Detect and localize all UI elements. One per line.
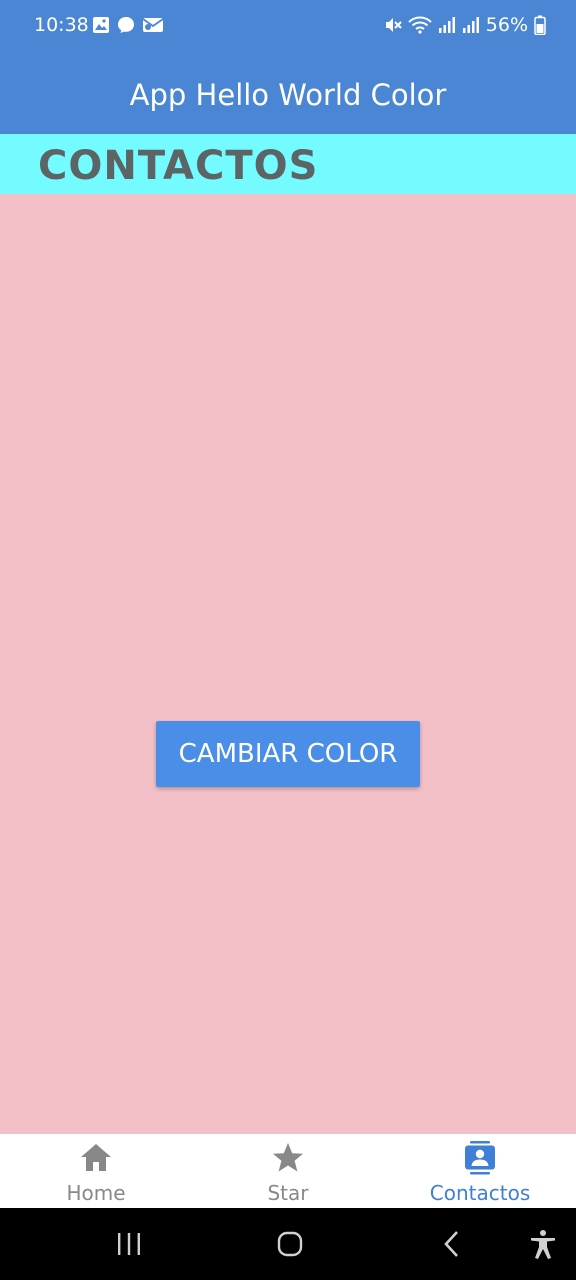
status-system-icons: 56%	[384, 14, 546, 36]
nav-label-star: Star	[267, 1181, 309, 1205]
signal-icon	[438, 17, 455, 33]
nav-label-home: Home	[66, 1181, 126, 1205]
app-bar: App Hello World Color	[0, 54, 576, 134]
accessibility-icon[interactable]	[523, 1228, 563, 1260]
image-icon	[93, 17, 109, 33]
recents-icon[interactable]	[109, 1228, 149, 1260]
star-icon	[273, 1143, 303, 1172]
signal-icon	[462, 17, 479, 33]
mute-icon	[385, 18, 402, 32]
chat-bubble-icon	[118, 17, 134, 33]
section-header: CONTACTOS	[0, 134, 576, 194]
back-icon[interactable]	[432, 1228, 472, 1260]
mail-icon	[142, 18, 164, 32]
nav-label-contactos: Contactos	[429, 1181, 531, 1205]
change-color-button[interactable]: CAMBIAR COLOR	[156, 721, 420, 787]
bottom-navigation: Home Star Contactos	[0, 1134, 576, 1208]
wifi-icon	[408, 16, 432, 34]
status-bar: 10:38 56%	[0, 0, 576, 54]
battery-icon	[534, 15, 546, 35]
app-title: App Hello World Color	[129, 78, 447, 112]
home-icon	[81, 1144, 111, 1171]
system-navigation-bar	[0, 1208, 576, 1280]
status-notification-icons	[92, 16, 164, 34]
contacts-icon	[465, 1141, 495, 1175]
status-time: 10:38	[34, 14, 89, 36]
section-title: CONTACTOS	[38, 143, 319, 189]
nav-item-home[interactable]: Home	[0, 1134, 192, 1208]
home-circle-icon[interactable]	[270, 1228, 310, 1260]
nav-item-star[interactable]: Star	[192, 1134, 384, 1208]
battery-percentage: 56%	[485, 14, 528, 36]
nav-item-contactos[interactable]: Contactos	[384, 1134, 576, 1208]
content-area: CAMBIAR COLOR	[0, 194, 576, 1134]
